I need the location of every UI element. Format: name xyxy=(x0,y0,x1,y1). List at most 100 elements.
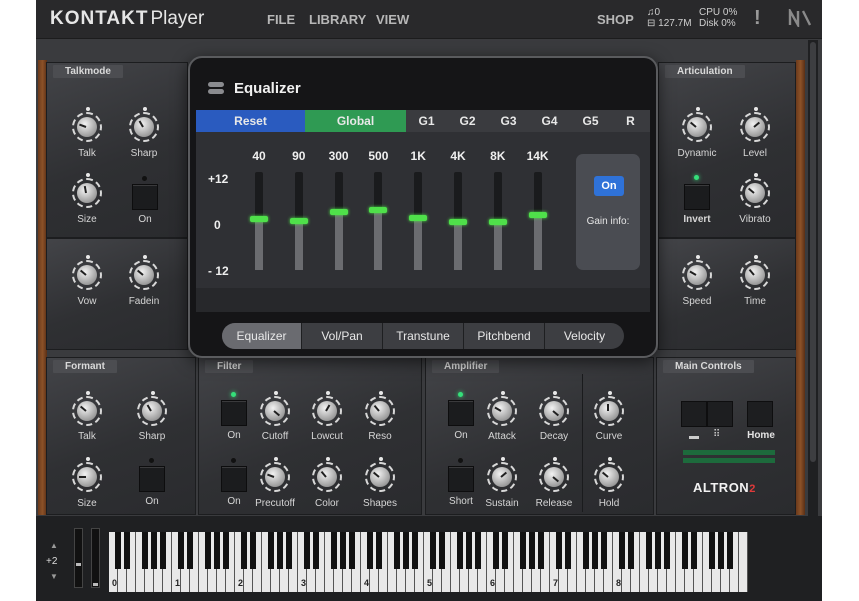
black-key[interactable] xyxy=(718,532,724,569)
eq-band-slider-thumb[interactable] xyxy=(488,219,507,225)
tab-velocity[interactable]: Velocity xyxy=(545,323,624,349)
black-key[interactable] xyxy=(214,532,220,569)
formant-on-button[interactable] xyxy=(139,466,165,492)
black-key[interactable] xyxy=(520,532,526,569)
sharp-knob[interactable] xyxy=(129,107,159,142)
native-instruments-icon[interactable] xyxy=(788,9,812,27)
transpose-down-icon[interactable]: ▼ xyxy=(50,572,58,581)
g5-tab[interactable]: G5 xyxy=(570,110,611,132)
black-key[interactable] xyxy=(691,532,697,569)
black-key[interactable] xyxy=(250,532,256,569)
black-key[interactable] xyxy=(223,532,229,569)
invert-button[interactable] xyxy=(684,184,710,210)
black-key[interactable] xyxy=(160,532,166,569)
menu-view[interactable]: VIEW xyxy=(376,12,409,27)
black-key[interactable] xyxy=(412,532,418,569)
eq-band-slider[interactable] xyxy=(488,172,507,270)
eq-band-slider-thumb[interactable] xyxy=(449,219,467,225)
eq-on-button[interactable]: On xyxy=(594,176,624,196)
black-key[interactable] xyxy=(349,532,355,569)
black-key[interactable] xyxy=(403,532,409,569)
black-key[interactable] xyxy=(304,532,310,569)
eq-band-slider[interactable] xyxy=(329,172,348,270)
vow-knob[interactable] xyxy=(72,255,102,290)
attack-knob[interactable] xyxy=(487,391,517,426)
color-knob[interactable] xyxy=(312,457,342,492)
level-knob[interactable] xyxy=(740,107,770,142)
fadein-knob[interactable] xyxy=(129,255,159,290)
reso-knob[interactable] xyxy=(365,391,395,426)
black-key[interactable] xyxy=(556,532,562,569)
black-key[interactable] xyxy=(628,532,634,569)
black-key[interactable] xyxy=(457,532,463,569)
eq-band-slider[interactable] xyxy=(289,172,308,270)
home-button[interactable] xyxy=(747,401,773,427)
filter-on-button[interactable] xyxy=(221,400,247,426)
black-key[interactable] xyxy=(655,532,661,569)
g1-tab[interactable]: G1 xyxy=(406,110,447,132)
size-knob[interactable] xyxy=(72,173,102,208)
g3-tab[interactable]: G3 xyxy=(488,110,529,132)
eq-band-slider[interactable] xyxy=(369,172,388,270)
black-key[interactable] xyxy=(430,532,436,569)
black-key[interactable] xyxy=(529,532,535,569)
eq-band-slider-thumb[interactable] xyxy=(369,207,388,213)
precutoff-knob[interactable] xyxy=(260,457,290,492)
transpose-up-icon[interactable]: ▲ xyxy=(50,541,58,550)
eq-band-slider-thumb[interactable] xyxy=(409,215,428,221)
amp-on-button[interactable] xyxy=(448,400,474,426)
talkmode-on-button[interactable] xyxy=(132,184,158,210)
grid-button[interactable] xyxy=(707,401,733,427)
black-key[interactable] xyxy=(178,532,184,569)
short-button[interactable] xyxy=(448,466,474,492)
black-key[interactable] xyxy=(115,532,121,569)
black-key[interactable] xyxy=(601,532,607,569)
black-key[interactable] xyxy=(475,532,481,569)
eq-band-slider-thumb[interactable] xyxy=(289,218,308,224)
black-key[interactable] xyxy=(493,532,499,569)
black-key[interactable] xyxy=(205,532,211,569)
g4-tab[interactable]: G4 xyxy=(529,110,570,132)
release-knob[interactable] xyxy=(539,457,569,492)
black-key[interactable] xyxy=(331,532,337,569)
pitch-wheel[interactable] xyxy=(74,528,83,588)
global-tab[interactable]: Global xyxy=(305,110,406,132)
reset-tab[interactable]: Reset xyxy=(196,110,305,132)
folder-button[interactable] xyxy=(681,401,707,427)
curve-knob[interactable] xyxy=(594,391,624,426)
black-key[interactable] xyxy=(241,532,247,569)
eq-band-slider-thumb[interactable] xyxy=(250,216,268,222)
speed-knob[interactable] xyxy=(682,255,712,290)
black-key[interactable] xyxy=(466,532,472,569)
scrollbar[interactable] xyxy=(808,40,818,516)
formant-talk-knob[interactable] xyxy=(72,391,102,426)
time-knob[interactable] xyxy=(740,255,770,290)
hold-knob[interactable] xyxy=(594,457,624,492)
black-key[interactable] xyxy=(187,532,193,569)
black-key[interactable] xyxy=(268,532,274,569)
eq-band-slider[interactable] xyxy=(409,172,428,270)
black-key[interactable] xyxy=(619,532,625,569)
black-key[interactable] xyxy=(340,532,346,569)
black-key[interactable] xyxy=(565,532,571,569)
black-key[interactable] xyxy=(286,532,292,569)
black-key[interactable] xyxy=(439,532,445,569)
mod-wheel[interactable] xyxy=(91,528,100,588)
black-key[interactable] xyxy=(646,532,652,569)
black-key[interactable] xyxy=(538,532,544,569)
black-key[interactable] xyxy=(592,532,598,569)
menu-library[interactable]: LIBRARY xyxy=(309,12,366,27)
eq-band-slider[interactable] xyxy=(528,172,547,270)
black-key[interactable] xyxy=(376,532,382,569)
warning-button[interactable]: ! xyxy=(754,7,761,30)
eq-band-slider-thumb[interactable] xyxy=(528,212,547,218)
shapes-knob[interactable] xyxy=(365,457,395,492)
black-key[interactable] xyxy=(151,532,157,569)
black-key[interactable] xyxy=(583,532,589,569)
formant-size-knob[interactable] xyxy=(72,457,102,492)
kontakt-logo[interactable]: KONTAKT Player xyxy=(50,8,204,30)
talk-knob[interactable] xyxy=(72,107,102,142)
filter-pre-on-button[interactable] xyxy=(221,466,247,492)
dynamic-knob[interactable] xyxy=(682,107,712,142)
tab-pitchbend[interactable]: Pitchbend xyxy=(464,323,545,349)
